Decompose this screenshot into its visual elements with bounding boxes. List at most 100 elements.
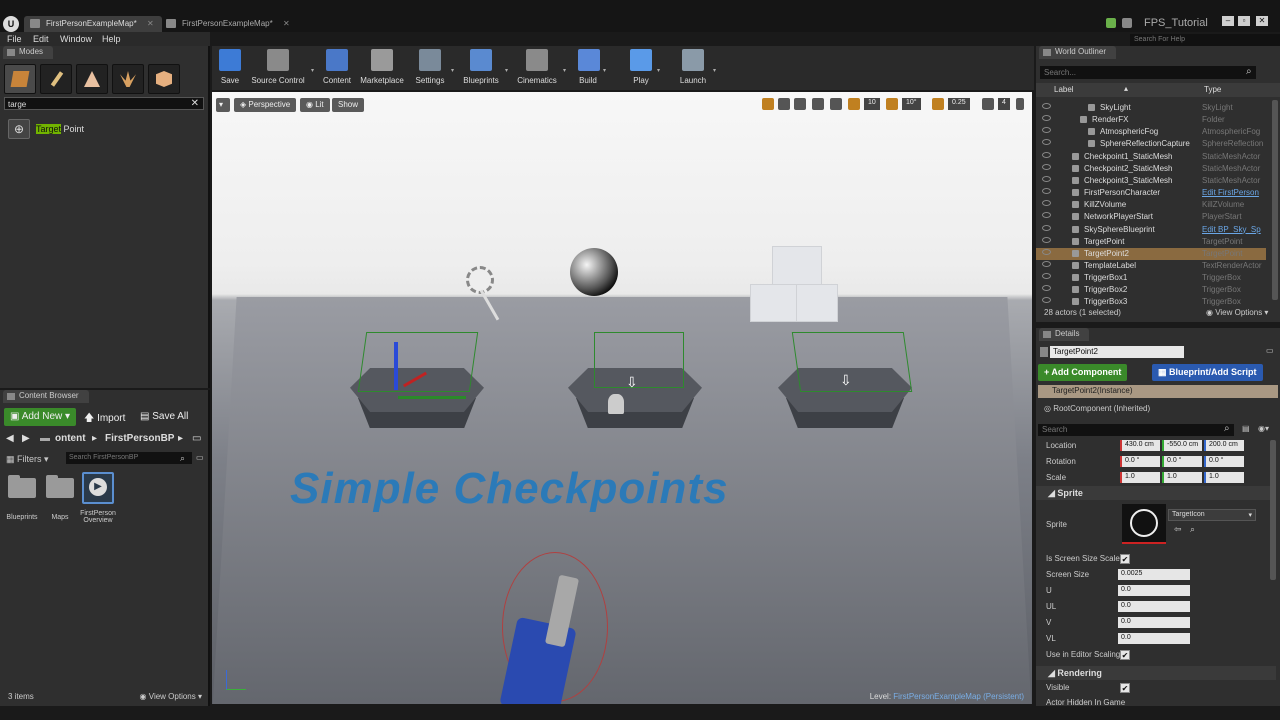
dropdown-caret-icon[interactable]: ▾ [451, 67, 454, 74]
place-mode-button[interactable] [4, 64, 36, 94]
close-window-button[interactable]: ✕ [1256, 16, 1268, 26]
perspective-button[interactable]: ◈ Perspective [234, 98, 297, 112]
sprite-thumbnail[interactable] [1122, 504, 1166, 544]
back-arrow-icon[interactable]: ◀ [6, 433, 14, 444]
outliner-row[interactable]: Checkpoint3_StaticMesh StaticMeshActor [1036, 175, 1266, 187]
player-start-icon[interactable] [608, 394, 624, 414]
screen-size-field[interactable]: 0.0025 [1118, 569, 1190, 580]
breadcrumb-firstpersonbp[interactable]: FirstPersonBP [105, 433, 174, 444]
outliner-row-type[interactable]: Edit FirstPerson [1202, 188, 1259, 197]
visibility-eye-icon[interactable] [1042, 103, 1051, 109]
view-options-eye-icon[interactable]: ◉▾ [1258, 424, 1269, 433]
outliner-row[interactable]: FirstPersonCharacter Edit FirstPerson [1036, 187, 1266, 199]
outliner-scrollbar[interactable] [1272, 100, 1278, 300]
outliner-row[interactable]: TriggerBox3 TriggerBox [1036, 296, 1266, 308]
lock-icon[interactable]: ▭ [1266, 346, 1274, 355]
camera-speed-value[interactable]: 4 [998, 98, 1010, 110]
column-label[interactable]: Label [1054, 85, 1074, 94]
content-search-input[interactable]: Search FirstPersonBP [66, 452, 192, 464]
dropdown-caret-icon[interactable]: ▾ [603, 67, 606, 74]
visibility-eye-icon[interactable] [1042, 163, 1051, 170]
modes-tab[interactable]: Modes [3, 46, 54, 59]
transform-gizmo-z-axis[interactable] [394, 342, 398, 390]
dropdown-caret-icon[interactable]: ▾ [563, 67, 566, 74]
u-field[interactable]: 0.0 [1118, 585, 1190, 596]
visibility-eye-icon[interactable] [1042, 188, 1051, 195]
rotation-x-field[interactable]: 0.0 ° [1120, 456, 1160, 467]
outliner-row[interactable]: SkyLight SkyLight [1036, 102, 1266, 114]
ul-field[interactable]: 0.0 [1118, 601, 1190, 612]
save-all-button[interactable]: ▤ Save All [134, 408, 194, 426]
chat-icon[interactable] [1106, 18, 1116, 28]
column-type[interactable]: Type [1204, 85, 1221, 94]
visibility-eye-icon[interactable] [1042, 273, 1051, 280]
details-scrollbar[interactable] [1270, 440, 1276, 580]
menu-file[interactable]: File [7, 34, 22, 44]
vl-field[interactable]: 0.0 [1118, 633, 1190, 644]
outliner-row[interactable]: TargetPoint TargetPoint [1036, 236, 1266, 248]
visibility-eye-icon[interactable] [1042, 297, 1051, 304]
scale-snap-icon[interactable] [932, 98, 944, 110]
document-tab-active[interactable]: FirstPersonExampleMap* ✕ [24, 16, 162, 32]
menu-edit[interactable]: Edit [33, 34, 49, 44]
outliner-row[interactable]: NetworkPlayerStart PlayerStart [1036, 211, 1266, 223]
visibility-eye-icon[interactable] [1042, 127, 1051, 134]
outliner-row[interactable]: TemplateLabel TextRenderActor [1036, 260, 1266, 272]
outliner-row[interactable]: Checkpoint1_StaticMesh StaticMeshActor [1036, 151, 1266, 163]
content-browser-tab[interactable]: Content Browser [3, 390, 89, 403]
blueprints-folder[interactable] [6, 474, 38, 502]
template-cube-right[interactable] [796, 284, 838, 322]
minimize-button[interactable]: – [1222, 16, 1234, 26]
visibility-eye-icon[interactable] [1042, 260, 1051, 267]
rotation-label[interactable]: Rotation [1046, 457, 1076, 466]
level-viewport[interactable]: ▾ ◈ Perspective ◉ Lit Show 10 10° 0.25 4… [212, 92, 1032, 704]
scale-x-field[interactable]: 1.0 [1120, 472, 1160, 483]
close-tab-icon[interactable]: ✕ [283, 19, 290, 28]
add-component-button[interactable]: + Add Component [1038, 364, 1128, 381]
outliner-row[interactable]: TriggerBox2 TriggerBox [1036, 284, 1266, 296]
target-point-marker-icon[interactable]: ⇩ [626, 374, 638, 391]
rotation-snap-value[interactable]: 10° [902, 98, 921, 110]
visibility-eye-icon[interactable] [1042, 200, 1051, 207]
clear-search-icon[interactable]: ✕ [191, 98, 199, 109]
scale-z-field[interactable]: 1.0 [1204, 472, 1244, 483]
outliner-row[interactable]: AtmosphericFog AtmosphericFog [1036, 126, 1266, 138]
add-new-button[interactable]: ▣ Add New ▾ [4, 408, 77, 426]
dropdown-caret-icon[interactable]: ▾ [505, 67, 508, 74]
surface-snap-icon[interactable] [830, 98, 842, 110]
play-button[interactable]: Play ▾ [630, 49, 660, 89]
world-outliner-tab[interactable]: World Outliner [1039, 46, 1116, 59]
outliner-row[interactable]: SkySphereBlueprint Edit BP_Sky_Sp [1036, 224, 1266, 236]
translate-tool-icon[interactable] [762, 98, 774, 110]
save-button[interactable]: Save [218, 49, 242, 89]
world-space-icon[interactable] [812, 98, 824, 110]
visibility-eye-icon[interactable] [1042, 224, 1051, 231]
outliner-view-options-button[interactable]: ◉ View Options ▾ [1206, 308, 1268, 317]
outliner-row[interactable]: KillZVolume KillZVolume [1036, 199, 1266, 211]
firstperson-overview-asset[interactable]: ▶ [82, 472, 114, 504]
camera-speed-icon[interactable] [982, 98, 994, 110]
outliner-row[interactable]: TriggerBox1 TriggerBox [1036, 272, 1266, 284]
location-x-field[interactable]: 430.0 cm [1120, 440, 1160, 451]
scale-snap-value[interactable]: 0.25 [948, 98, 970, 110]
menu-help[interactable]: Help [102, 34, 121, 44]
close-tab-icon[interactable]: ✕ [147, 19, 154, 28]
visibility-eye-icon[interactable] [1042, 285, 1051, 292]
document-tab[interactable]: FirstPersonExampleMap* ✕ [160, 16, 298, 32]
source-control-button[interactable]: Source Control ▾ [250, 49, 314, 89]
sprite-asset-dropdown[interactable]: TargetIcon ▾ [1168, 509, 1256, 521]
transform-gizmo-x-axis[interactable] [398, 396, 466, 399]
cinematics-button[interactable]: Cinematics ▾ [516, 49, 566, 89]
outliner-search-input[interactable]: Search... [1040, 66, 1256, 79]
use-selected-arrow-icon[interactable]: ⇦ [1174, 524, 1182, 535]
outliner-row[interactable]: RenderFX Folder [1036, 114, 1266, 126]
lock-icon[interactable]: ▭ [192, 433, 201, 444]
location-y-field[interactable]: -550.0 cm [1162, 440, 1202, 451]
outliner-row[interactable]: TargetPoint2 TargetPoint [1036, 247, 1266, 260]
geometry-mode-button[interactable] [148, 64, 180, 94]
build-button[interactable]: Build ▾ [578, 49, 606, 89]
target-point-asset[interactable]: ⊕ Target Point [6, 118, 202, 140]
dropdown-caret-icon[interactable]: ▾ [713, 67, 716, 74]
blueprint-add-script-button[interactable]: ▦ Blueprint/Add Script [1152, 364, 1263, 381]
history-icon[interactable]: ▭ [196, 453, 204, 462]
